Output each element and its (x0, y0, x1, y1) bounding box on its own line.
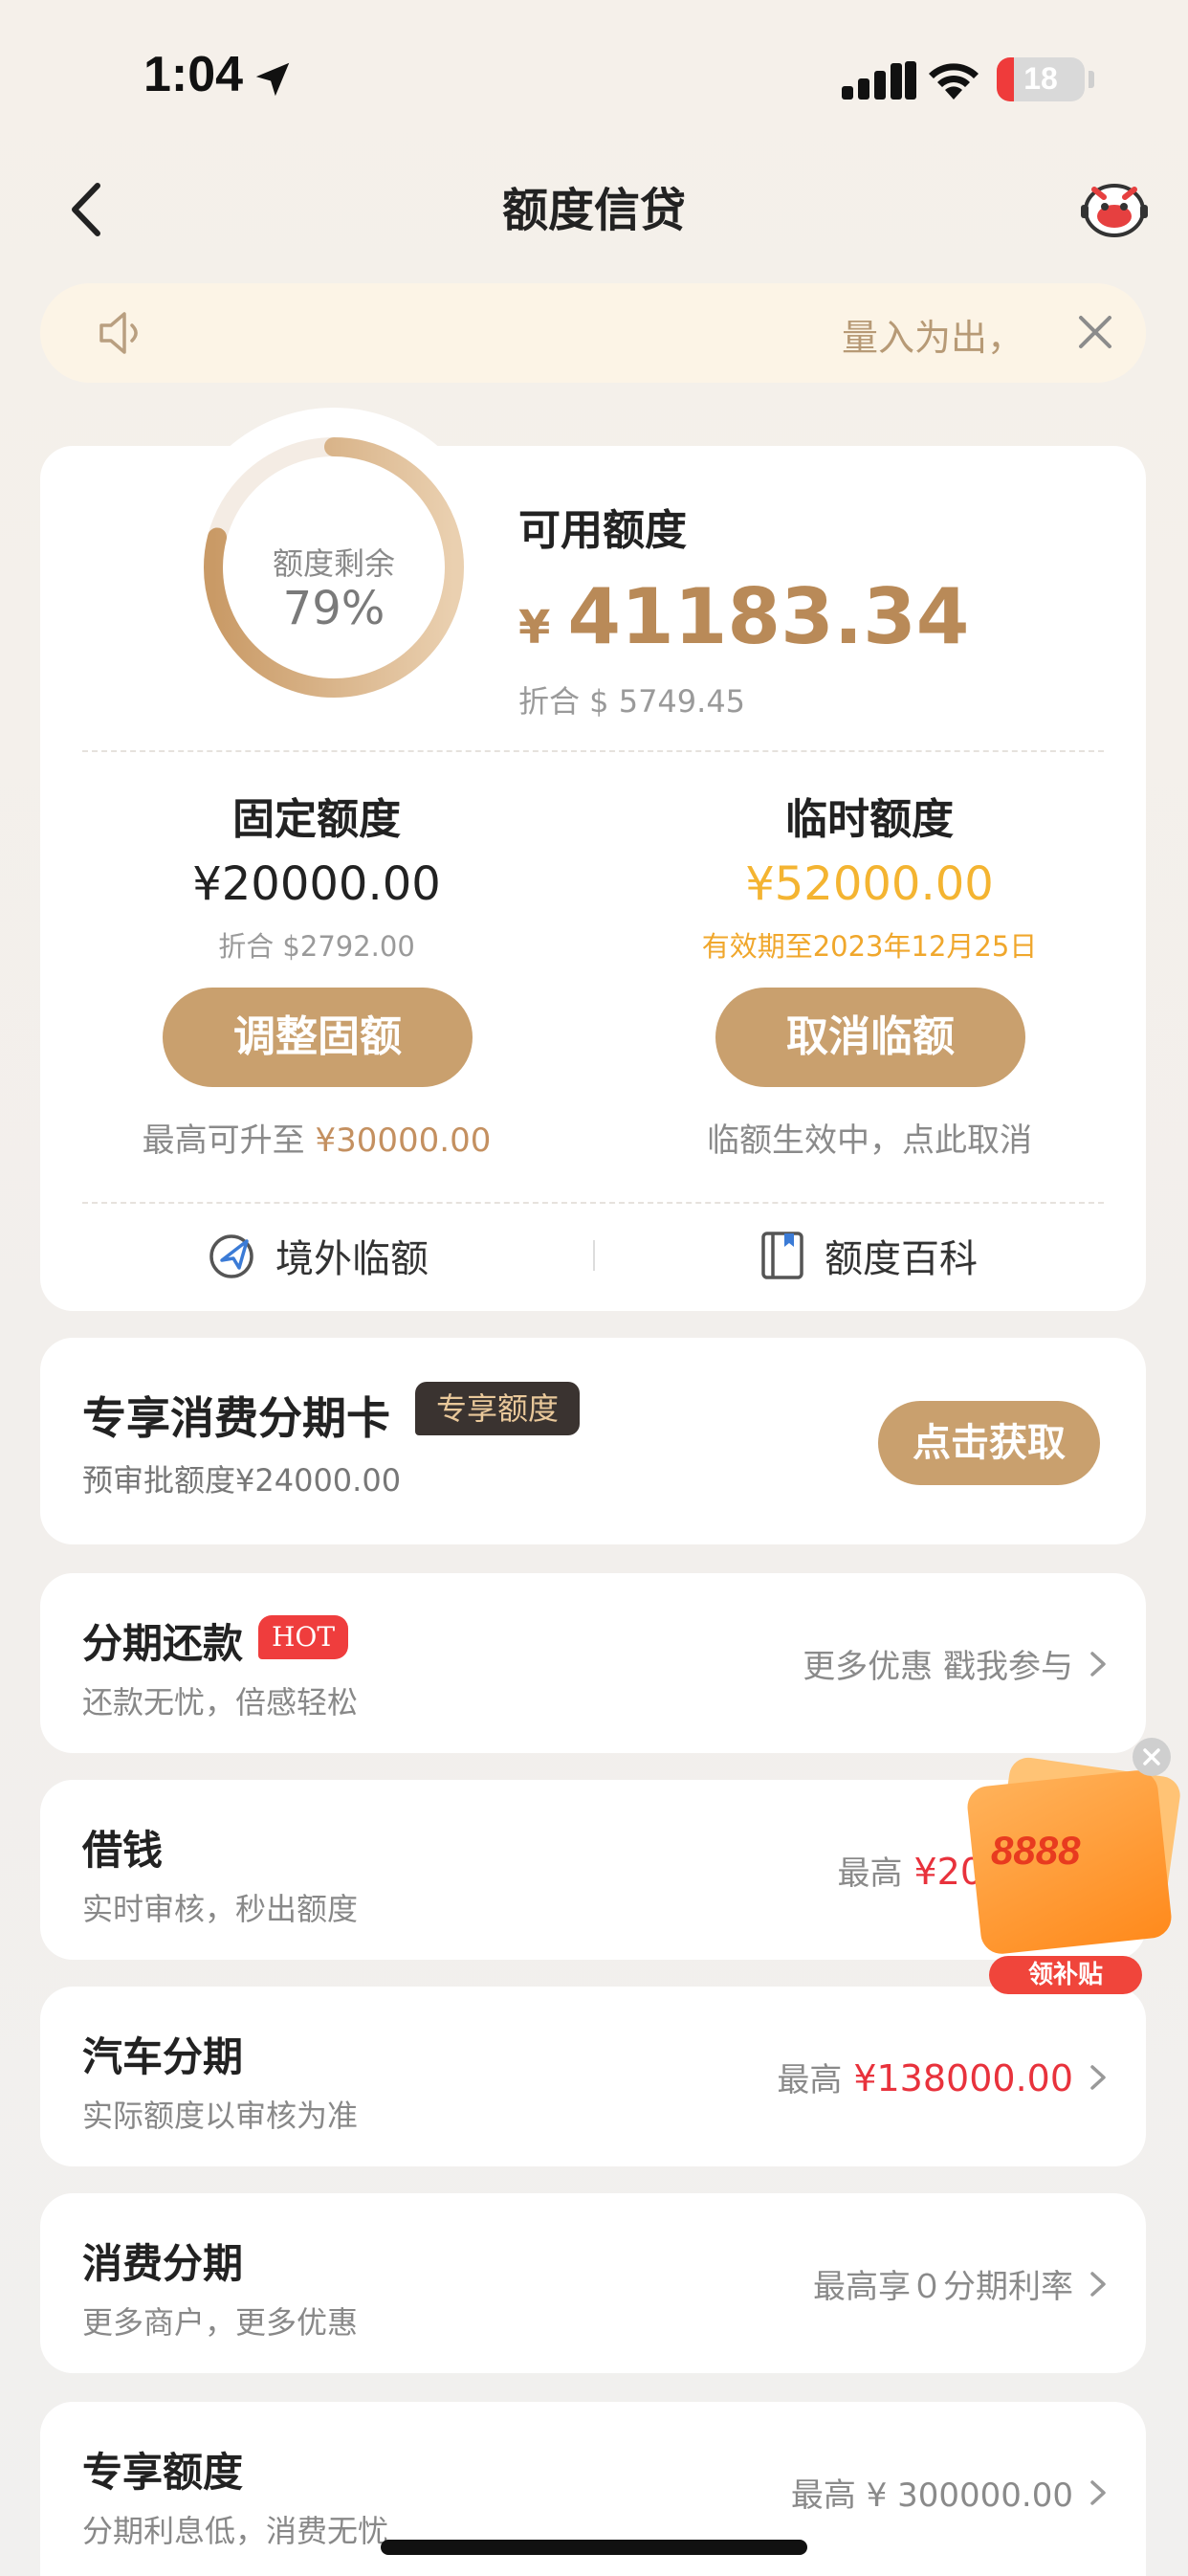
list-item-consumer-installment[interactable]: 消费分期 更多商户，更多优惠 最高享０分期利率 (40, 2193, 1146, 2373)
subsidy-promo-widget[interactable]: 8888 领补贴 (953, 1740, 1183, 1998)
fixed-hint-amount: ¥30000.00 (315, 1121, 492, 1160)
row-right-value: ¥138000.00 (853, 2057, 1073, 2099)
get-exclusive-card-button[interactable]: 点击获取 (878, 1401, 1100, 1485)
available-amount-value: 41183.34 (567, 572, 970, 661)
wifi-icon (929, 63, 979, 100)
row-right-text: 最高享０分期利率 (813, 2268, 1073, 2306)
link-separator (593, 1240, 595, 1271)
row-right-label: 最高 (777, 2061, 843, 2099)
cancel-temp-credit-button[interactable]: 取消临额 (715, 988, 1025, 1087)
available-credit-amount: ¥41183.34 (518, 572, 969, 661)
row-right-text: 最高 ¥ 300000.00 (790, 2476, 1073, 2515)
row-subtitle: 实时审核，秒出额度 (82, 1891, 359, 1927)
divider (82, 750, 1104, 752)
fixed-hint-prefix: 最高可升至 (142, 1121, 316, 1160)
speaker-icon (99, 312, 138, 354)
adjust-fixed-credit-button[interactable]: 调整固额 (163, 988, 473, 1087)
promo-claim-label[interactable]: 领补贴 (989, 1956, 1142, 1994)
battery-indicator: 18 (997, 57, 1085, 101)
row-right-label: 最高 (837, 1854, 903, 1893)
credit-summary-card: 额度剩余 79% 可用额度 ¥41183.34 折合 $ 5749.45 固定额… (40, 408, 1146, 1311)
row-right-text: 最高 ¥138000.00 (777, 2054, 1073, 2100)
chevron-right-icon (1090, 2065, 1106, 2090)
cellular-signal-icon (842, 61, 916, 100)
promo-amount: 8888 (991, 1828, 1081, 1873)
overseas-temp-credit-link[interactable]: 境外临额 (207, 1227, 429, 1284)
assistant-mascot-icon[interactable] (1079, 176, 1150, 239)
status-time: 1:04 (143, 47, 244, 102)
list-item-installment-repayment[interactable]: 分期还款 HOT 还款无忧，倍感轻松 更多优惠 戳我参与 (40, 1573, 1146, 1753)
chevron-right-icon (1090, 2480, 1106, 2505)
row-title: 专享额度 (82, 2449, 244, 2496)
hot-badge: HOT (258, 1615, 349, 1659)
exclusive-credit-badge: 专享额度 (415, 1382, 581, 1435)
remaining-credit-ring: 额度剩余 79% (174, 408, 494, 727)
notice-text: 量入为出， (842, 317, 1024, 359)
notice-banner[interactable]: 量入为出， (40, 283, 1146, 383)
location-arrow-icon (255, 62, 290, 97)
exclusive-card-subtitle: 预审批额度¥24000.00 (82, 1462, 402, 1499)
home-indicator (381, 2540, 807, 2555)
divider (82, 1202, 1104, 1204)
overseas-link-label: 境外临额 (275, 1237, 429, 1281)
list-item-car-installment[interactable]: 汽车分期 实际额度以审核为准 最高 ¥138000.00 (40, 1987, 1146, 2166)
row-title: 汽车分期 (82, 2033, 244, 2080)
credit-encyclopedia-link[interactable]: 额度百科 (759, 1227, 978, 1284)
battery-level: 18 (1023, 61, 1058, 96)
chevron-right-icon (1090, 1652, 1106, 1677)
promo-close-icon[interactable] (1133, 1738, 1171, 1776)
fixed-credit-title: 固定额度 (232, 795, 401, 844)
row-subtitle: 还款无忧，倍感轻松 (82, 1684, 359, 1721)
fixed-credit-hint: 最高可升至 ¥30000.00 (40, 1114, 593, 1161)
exclusive-installment-card[interactable]: 专享消费分期卡 专享额度 预审批额度¥24000.00 点击获取 (40, 1338, 1146, 1544)
currency-symbol: ¥ (518, 601, 551, 655)
row-subtitle: 更多商户，更多优惠 (82, 2304, 359, 2341)
row-subtitle: 分期利息低，消费无忧 (82, 2513, 389, 2549)
temp-credit-title: 临时额度 (785, 795, 954, 844)
ring-percent: 79% (282, 582, 385, 635)
temp-credit-expiry: 有效期至2023年12月25日 (701, 930, 1038, 963)
chevron-right-icon (1090, 2272, 1106, 2297)
available-usd-equivalent: 折合 $ 5749.45 (518, 683, 746, 720)
temp-credit-hint: 临额生效中，点此取消 (707, 1121, 1032, 1160)
row-right-text: 更多优惠 戳我参与 (803, 1648, 1073, 1686)
row-subtitle: 实际额度以审核为准 (82, 2098, 359, 2134)
ring-label: 额度剩余 (272, 545, 395, 582)
battery-tip (1089, 71, 1094, 88)
row-title: 借钱 (82, 1827, 164, 1874)
temp-credit-amount: ¥52000.00 (745, 857, 994, 911)
fixed-credit-amount: ¥20000.00 (192, 857, 441, 911)
globe-plane-icon (209, 1234, 253, 1278)
available-credit-title: 可用额度 (518, 506, 687, 555)
encyclopedia-link-label: 额度百科 (825, 1237, 978, 1281)
page-title: 额度信贷 (501, 184, 686, 237)
status-bar: 1:04 18 (0, 0, 1188, 153)
row-title: 消费分期 (82, 2240, 244, 2287)
close-icon[interactable] (1073, 310, 1117, 354)
fixed-credit-usd: 折合 $2792.00 (218, 930, 415, 963)
book-icon (761, 1232, 803, 1279)
exclusive-card-title: 专享消费分期卡 (82, 1392, 390, 1444)
row-title: 分期还款 (82, 1620, 244, 1667)
